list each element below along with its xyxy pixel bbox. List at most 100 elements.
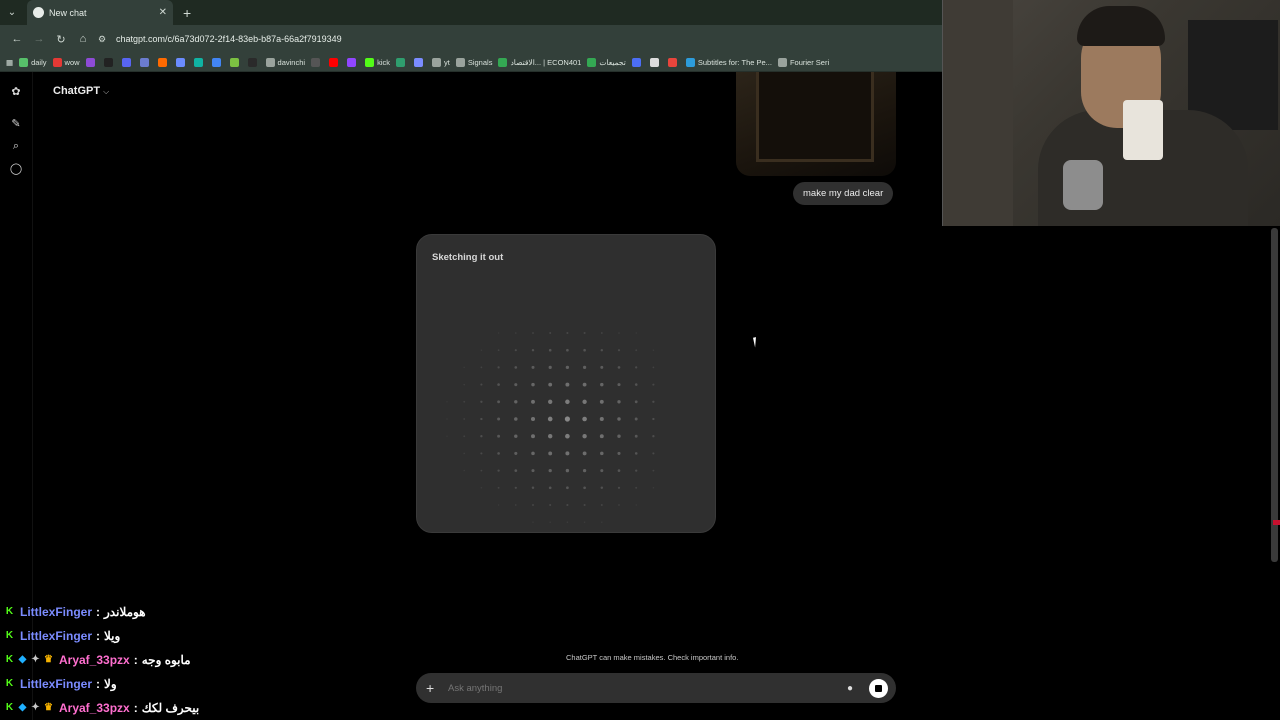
chat-username: LittlexFinger: [20, 605, 93, 619]
loading-dot: [548, 382, 553, 387]
chat-message: ولا: [104, 677, 117, 691]
bookmark-item[interactable]: [211, 57, 224, 67]
reload-icon[interactable]: ↻: [50, 33, 72, 46]
loading-dot: [531, 365, 535, 369]
loading-dot: [514, 504, 517, 506]
bookmark-label: kick: [377, 57, 390, 67]
back-arrow-icon[interactable]: ←: [6, 33, 28, 45]
loading-dot: [600, 348, 604, 352]
bookmark-item[interactable]: [175, 57, 188, 67]
bookmark-item[interactable]: [157, 57, 170, 67]
stop-generation-button[interactable]: [869, 678, 888, 698]
new-chat-icon[interactable]: ✎: [9, 117, 23, 131]
bookmark-item[interactable]: [414, 57, 426, 67]
openai-logo-icon[interactable]: ✿: [9, 85, 23, 99]
ask-input[interactable]: [448, 682, 843, 694]
loading-dot: [617, 451, 621, 455]
loading-dot: [635, 366, 638, 369]
loading-dot: [565, 365, 570, 370]
bookmark-item[interactable]: [85, 57, 98, 67]
bookmark-item[interactable]: [229, 57, 242, 67]
previous-uploaded-image[interactable]: [736, 72, 896, 176]
loading-dot: [497, 349, 500, 352]
bookmark-favicon-icon: [175, 57, 185, 67]
bookmark-favicon-icon: [396, 57, 405, 67]
apps-grid-icon[interactable]: ▦: [6, 58, 13, 67]
loading-dot: [497, 504, 500, 506]
model-selector[interactable]: ChatGPT ⌵: [53, 85, 109, 97]
bookmark-favicon-icon: [685, 57, 695, 67]
loading-dot: [617, 486, 621, 489]
bookmark-item[interactable]: [193, 57, 206, 67]
bookmark-item[interactable]: daily: [19, 57, 47, 67]
webcam-overlay: [942, 0, 1280, 226]
bookmark-item[interactable]: [121, 57, 134, 67]
bookmark-label: Subtitles for: The Pe...: [697, 57, 772, 67]
bookmark-item[interactable]: تجميعات: [587, 57, 626, 67]
microphone-icon[interactable]: ●: [843, 683, 857, 694]
scrollbar-thumb[interactable]: [1271, 228, 1278, 562]
loading-dot: [530, 416, 536, 422]
bookmark-item[interactable]: [649, 57, 662, 67]
bookmark-favicon-icon: [103, 57, 113, 67]
stop-icon: [875, 684, 882, 692]
bookmark-item[interactable]: Subtitles for: The Pe...: [685, 57, 772, 67]
bookmark-item[interactable]: yt: [432, 57, 450, 67]
url-field[interactable]: chatgpt.com/c/6a73d072-2f14-83eb-b87a-66…: [116, 34, 342, 44]
loading-dot: [480, 452, 483, 455]
loading-dot: [617, 349, 621, 352]
stream-chat-overlay: K LittlexFinger: هوملاندر K LittlexFinger: وي…: [4, 600, 264, 720]
bookmark-item[interactable]: [631, 57, 644, 67]
loading-dot: [600, 332, 603, 334]
loading-dot: [548, 365, 552, 370]
loading-dot: [617, 434, 621, 438]
bookmark-item[interactable]: [247, 57, 260, 67]
loading-dot: [600, 451, 604, 456]
gold-badge-icon: ♛: [44, 702, 53, 713]
bookmark-item[interactable]: [347, 57, 359, 67]
loading-dot: [565, 451, 570, 456]
loading-dot: [565, 382, 570, 387]
chat-line: K ◆ ✦ ♛ Aryaf_33pzx: مابوه وجه: [4, 648, 264, 672]
bookmark-item[interactable]: الاقتصاد... | ECON401: [498, 57, 581, 67]
bookmark-favicon-icon: [229, 57, 239, 67]
bookmark-item[interactable]: [667, 57, 680, 67]
chat-message: ويلا: [104, 629, 121, 643]
site-settings-icon[interactable]: ⚙: [98, 34, 114, 45]
loading-dot: [480, 383, 483, 386]
search-icon[interactable]: ⌕: [9, 139, 23, 153]
chat-bubble-icon[interactable]: ◯: [9, 162, 23, 176]
bookmark-item[interactable]: Fourier Seri: [777, 57, 829, 67]
chatgpt-favicon-icon: [33, 7, 44, 18]
tab-new-chat[interactable]: New chat ✕: [27, 0, 173, 25]
bookmark-item[interactable]: wow: [52, 57, 80, 67]
bookmark-item[interactable]: [103, 57, 116, 67]
loading-dot: [566, 486, 569, 490]
home-icon[interactable]: ⌂: [72, 33, 94, 45]
loading-dot: [548, 468, 552, 473]
bookmark-item[interactable]: [396, 57, 408, 67]
loading-dot: [582, 451, 587, 456]
chat-line: K LittlexFinger: هوملاندر: [4, 600, 264, 624]
bookmark-favicon-icon: [52, 57, 62, 67]
bookmark-item[interactable]: [329, 57, 341, 67]
bookmark-item[interactable]: Signals: [455, 57, 492, 67]
loading-dot: [634, 417, 638, 421]
loading-dot: [652, 366, 655, 369]
tab-close-icon[interactable]: ✕: [159, 7, 167, 18]
composer: + ●: [416, 673, 896, 703]
new-tab-button[interactable]: +: [183, 5, 191, 21]
bookmark-item[interactable]: [139, 57, 152, 67]
loading-dot: [531, 434, 535, 439]
tab-search-button[interactable]: ⌄: [0, 0, 24, 25]
loading-dot: [565, 468, 570, 473]
bookmark-item[interactable]: kick: [365, 57, 390, 67]
bookmark-item[interactable]: [311, 57, 323, 67]
bookmark-item[interactable]: davinchi: [265, 57, 305, 67]
loading-dot: [531, 469, 535, 473]
loading-dot: [514, 349, 517, 352]
plus-icon[interactable]: +: [426, 680, 440, 696]
loading-dot: [514, 469, 518, 472]
bookmark-favicon-icon: [139, 57, 149, 67]
forward-arrow-icon[interactable]: →: [28, 33, 50, 45]
